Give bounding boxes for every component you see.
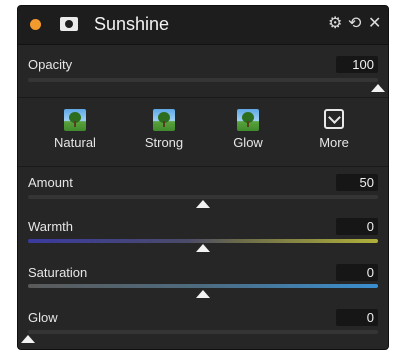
glow-section: Glow 0 [18,302,388,346]
warmth-slider-thumb[interactable] [196,244,210,252]
tree-thumbnail-icon [64,109,86,131]
opacity-slider-thumb[interactable] [371,84,385,92]
sunshine-panel: Sunshine ⚙ ⟲ ✕ Opacity 100 Natural Stron… [17,5,389,350]
preset-glow[interactable]: Glow [213,109,283,150]
tree-thumbnail-icon [237,109,259,131]
amount-slider-thumb[interactable] [196,200,210,208]
preset-natural[interactable]: Natural [40,109,110,150]
preset-more[interactable]: More [299,109,369,150]
glow-slider-thumb[interactable] [21,335,35,343]
glow-slider-track[interactable] [21,330,378,343]
gear-icon[interactable]: ⚙ [328,15,342,33]
enable-toggle-dot[interactable] [30,19,41,30]
chevron-down-box-icon [324,109,344,129]
amount-section: Amount 50 [18,167,388,208]
amount-value[interactable]: 50 [336,174,378,191]
warmth-section: Warmth 0 [18,211,388,252]
glow-label: Glow [28,310,58,325]
glow-value[interactable]: 0 [336,309,378,326]
amount-label: Amount [28,175,73,190]
warmth-label: Warmth [28,219,74,234]
opacity-slider-track[interactable] [28,78,385,92]
undo-icon[interactable]: ⟲ [348,15,361,33]
presets-row: Natural Strong Glow More [18,109,388,159]
warmth-slider-track[interactable] [28,239,378,252]
divider [18,97,388,98]
opacity-section: Opacity 100 [18,45,388,95]
preset-label: Natural [54,135,96,150]
close-icon[interactable]: ✕ [368,15,381,33]
saturation-slider-track[interactable] [28,284,378,298]
saturation-slider-thumb[interactable] [196,290,210,298]
preset-label: More [319,135,349,150]
preset-label: Glow [233,135,263,150]
saturation-section: Saturation 0 [18,257,388,298]
panel-title: Sunshine [94,14,170,34]
preset-strong[interactable]: Strong [129,109,199,150]
amount-slider-track[interactable] [28,195,378,208]
tree-thumbnail-icon [153,109,175,131]
opacity-label: Opacity [28,57,73,72]
saturation-value[interactable]: 0 [336,264,378,281]
opacity-value[interactable]: 100 [336,56,378,73]
saturation-label: Saturation [28,265,88,280]
mask-icon[interactable] [60,17,78,31]
warmth-value[interactable]: 0 [336,218,378,235]
preset-label: Strong [144,135,184,150]
panel-titlebar: Sunshine ⚙ ⟲ ✕ [18,6,388,45]
